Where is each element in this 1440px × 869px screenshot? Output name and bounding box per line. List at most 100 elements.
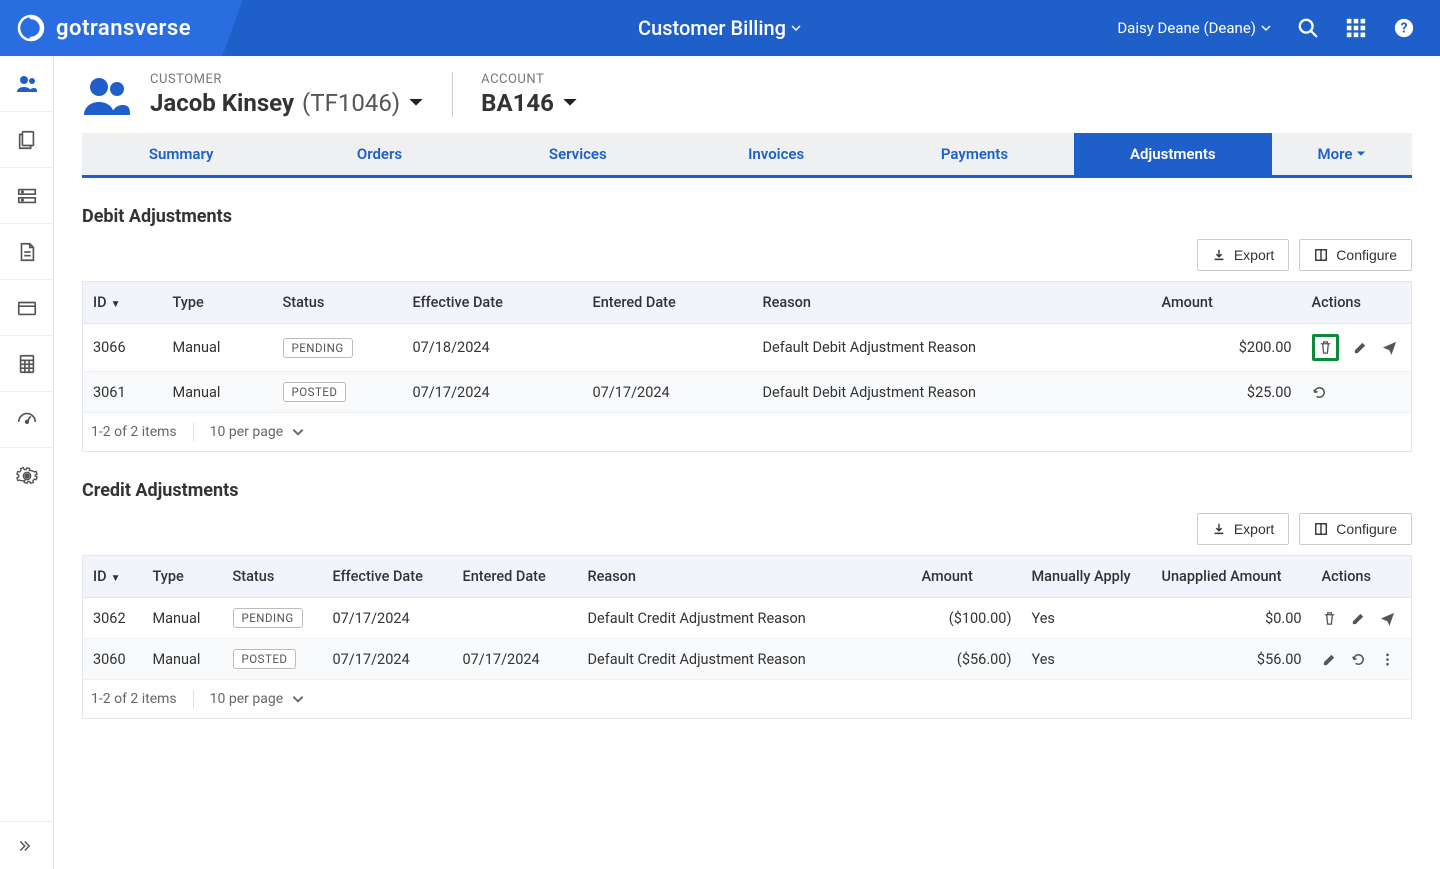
apps-grid-icon[interactable] [1344, 16, 1368, 40]
col-id[interactable]: ID▼ [83, 556, 143, 598]
tab-adjustments[interactable]: Adjustments [1074, 133, 1272, 175]
col-type[interactable]: Type [143, 556, 223, 598]
sidebar-item-calculator[interactable] [0, 336, 53, 392]
sidebar-item-customers[interactable] [0, 56, 53, 112]
col-effective[interactable]: Effective Date [403, 282, 583, 324]
account-tabs: Summary Orders Services Invoices Payment… [82, 133, 1412, 178]
cell-type: Manual [163, 372, 273, 413]
col-manually[interactable]: Manually Apply [1022, 556, 1152, 598]
configure-label: Configure [1336, 521, 1397, 537]
cell-id: 3061 [83, 372, 163, 413]
table-row: 3060 Manual POSTED 07/17/2024 07/17/2024… [83, 639, 1412, 680]
cell-amount: ($100.00) [912, 598, 1022, 639]
tab-services[interactable]: Services [479, 133, 677, 175]
debit-export-button[interactable]: Export [1197, 239, 1289, 271]
revert-icon[interactable] [1312, 385, 1327, 400]
send-icon[interactable] [1380, 611, 1395, 626]
sidebar-item-dashboard[interactable] [0, 392, 53, 448]
edit-icon[interactable] [1353, 340, 1368, 355]
table-row: 3061 Manual POSTED 07/17/2024 07/17/2024… [83, 372, 1412, 413]
sidebar-item-card[interactable] [0, 280, 53, 336]
cell-reason: Default Debit Adjustment Reason [753, 372, 1152, 413]
send-icon[interactable] [1382, 340, 1397, 355]
edit-icon[interactable] [1351, 611, 1366, 626]
tab-invoices[interactable]: Invoices [677, 133, 875, 175]
cell-effective: 07/17/2024 [323, 639, 453, 680]
cell-id: 3066 [83, 324, 163, 372]
credit-configure-button[interactable]: Configure [1299, 513, 1412, 545]
col-actions: Actions [1302, 282, 1412, 324]
debit-section-title: Debit Adjustments [82, 206, 1412, 227]
debit-configure-button[interactable]: Configure [1299, 239, 1412, 271]
search-icon[interactable] [1296, 16, 1320, 40]
help-icon[interactable]: ? [1392, 16, 1416, 40]
per-page-selector[interactable]: 10 per page [210, 424, 305, 440]
col-status[interactable]: Status [273, 282, 403, 324]
sidebar-collapse[interactable] [0, 821, 53, 869]
tab-orders[interactable]: Orders [280, 133, 478, 175]
table-row: 3066 Manual PENDING 07/18/2024 Default D… [83, 324, 1412, 372]
col-unapplied[interactable]: Unapplied Amount [1152, 556, 1312, 598]
caret-down-icon [1356, 149, 1366, 159]
cell-effective: 07/18/2024 [403, 324, 583, 372]
tab-more-label: More [1317, 145, 1352, 163]
account-picker[interactable]: BA146 [481, 89, 578, 117]
download-icon [1212, 522, 1226, 536]
col-status[interactable]: Status [223, 556, 323, 598]
customer-name: Jacob Kinsey [150, 89, 294, 117]
col-type[interactable]: Type [163, 282, 273, 324]
tab-more[interactable]: More [1272, 133, 1412, 175]
configure-label: Configure [1336, 247, 1397, 263]
cell-entered [453, 598, 578, 639]
chevron-down-icon [291, 425, 305, 439]
caret-down-icon [562, 95, 578, 111]
cell-unapplied: $0.00 [1152, 598, 1312, 639]
col-entered[interactable]: Entered Date [453, 556, 578, 598]
sidebar-item-document[interactable] [0, 224, 53, 280]
sidebar-item-settings[interactable] [0, 448, 53, 504]
col-reason[interactable]: Reason [578, 556, 912, 598]
col-amount[interactable]: Amount [912, 556, 1022, 598]
col-reason[interactable]: Reason [753, 282, 1152, 324]
export-label: Export [1234, 521, 1274, 537]
more-icon[interactable] [1380, 652, 1395, 667]
tab-payments[interactable]: Payments [875, 133, 1073, 175]
row-count: 1-2 of 2 items [91, 424, 177, 440]
revert-icon[interactable] [1351, 652, 1366, 667]
col-entered[interactable]: Entered Date [583, 282, 753, 324]
cell-amount: $25.00 [1152, 372, 1302, 413]
brand[interactable]: gotransverse [0, 13, 191, 43]
col-effective[interactable]: Effective Date [323, 556, 453, 598]
sidebar-item-data[interactable] [0, 168, 53, 224]
svg-text:?: ? [1401, 21, 1408, 37]
brand-text: gotransverse [56, 16, 191, 41]
caret-down-icon [408, 95, 424, 111]
sort-desc-icon: ▼ [111, 573, 121, 584]
tab-summary[interactable]: Summary [82, 133, 280, 175]
export-label: Export [1234, 247, 1274, 263]
cell-type: Manual [143, 598, 223, 639]
page-title-dropdown[interactable]: Customer Billing [638, 16, 802, 40]
col-id[interactable]: ID▼ [83, 282, 163, 324]
cell-amount: $200.00 [1152, 324, 1302, 372]
col-amount[interactable]: Amount [1152, 282, 1302, 324]
sidebar-item-copy[interactable] [0, 112, 53, 168]
delete-icon[interactable] [1322, 611, 1337, 626]
columns-icon [1314, 522, 1328, 536]
top-bar: gotransverse Customer Billing Daisy Dean… [0, 0, 1440, 56]
credit-export-button[interactable]: Export [1197, 513, 1289, 545]
cell-entered [583, 324, 753, 372]
customer-picker[interactable]: Jacob Kinsey (TF1046) [150, 89, 424, 117]
delete-icon[interactable] [1312, 334, 1339, 361]
cell-id: 3062 [83, 598, 143, 639]
cell-reason: Default Credit Adjustment Reason [578, 639, 912, 680]
user-menu[interactable]: Daisy Deane (Deane) [1117, 19, 1272, 37]
customers-icon [82, 73, 132, 117]
status-badge: POSTED [283, 382, 347, 402]
cell-manually: Yes [1022, 598, 1152, 639]
edit-icon[interactable] [1322, 652, 1337, 667]
status-badge: POSTED [233, 649, 297, 669]
sidebar [0, 56, 54, 869]
table-row: 3062 Manual PENDING 07/17/2024 Default C… [83, 598, 1412, 639]
per-page-selector[interactable]: 10 per page [210, 691, 305, 707]
